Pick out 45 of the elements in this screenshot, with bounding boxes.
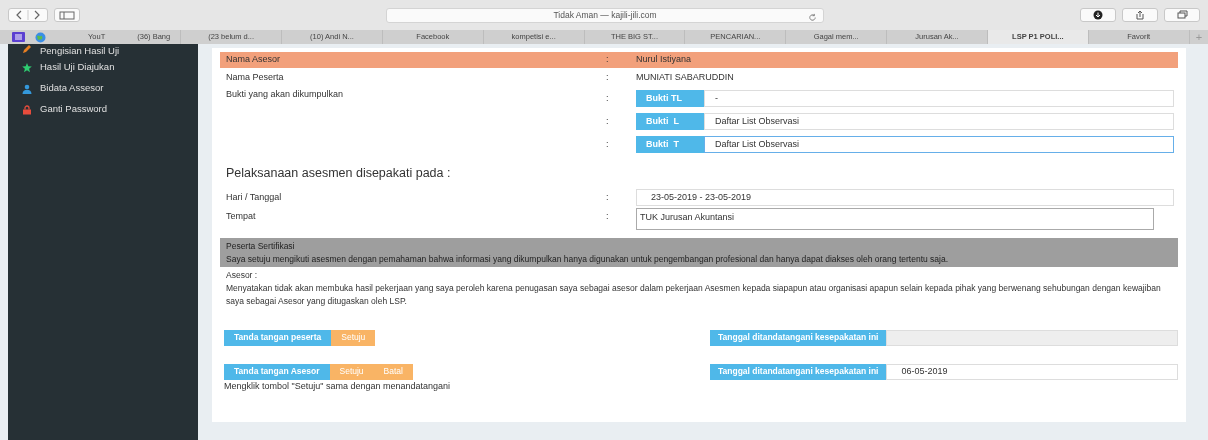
colon-separator: : (606, 191, 609, 202)
hint-text: Mengklik tombol "Setuju" sama dengan menandatangani (223, 379, 452, 393)
field-value: Nurul Istiyana (636, 54, 692, 65)
input-addon: Bukti T (636, 136, 704, 153)
input-addon: Bukti TL (636, 90, 704, 107)
colon-separator: : (606, 93, 609, 103)
textarea-field[interactable]: TUK Jurusan Akuntansi (636, 207, 1154, 230)
share-icon[interactable] (1122, 8, 1158, 22)
address-bar[interactable]: Tidak Aman — kajili-jili.com (386, 7, 824, 23)
date-label: Tanggal ditandatangani kesepakatan ini (710, 363, 887, 380)
colon-separator: : (606, 116, 609, 126)
sidebar-item[interactable]: Ganti Password (40, 102, 108, 117)
notice-title: Asesor : (226, 269, 259, 282)
date-label: Tanggal ditandatangani kesepakatan ini (710, 329, 887, 346)
notice-title: Peserta Sertifikasi (226, 239, 296, 253)
colon-separator: : (606, 139, 609, 149)
sidebar-item[interactable]: Pengisian Hasil Uji (40, 44, 120, 59)
download-icon[interactable] (1080, 8, 1116, 22)
tabs-overview-icon[interactable] (1164, 8, 1200, 22)
date-field[interactable]: 06-05-2019 (886, 363, 1178, 380)
notice-text: Menyatakan tidak akan membuka hasil pekerjaan yang saya peroleh karena penugasan saya sebagai asesor dalam pekerjaan Asesmen kepada siapapun atau organisasi apapun selain kepada pihak yang berwenang sehubungan dengan kewajiban saya sebagai Asesor yang ditugaskan oleh LSP. (226, 282, 1162, 308)
date-field[interactable]: 23-05-2019 - 23-05-2019 (636, 188, 1174, 206)
field-label: Bukti yang akan dikumpulkan (226, 89, 344, 99)
input-field[interactable]: - (704, 90, 1174, 107)
input-field[interactable]: Daftar List Observasi (704, 113, 1174, 130)
section-heading: Pelaksanaan asesmen disepakati pada : (226, 165, 452, 182)
field-label: Nama Peserta (226, 72, 284, 83)
field-label: Nama Asesor (226, 54, 281, 65)
date-field[interactable] (886, 329, 1178, 346)
signature-label: Tanda tangan peserta (224, 329, 332, 346)
field-label: Tempat (226, 210, 256, 221)
field-value: MUNIATI SABARUDDIN (636, 72, 734, 83)
input-field[interactable]: Daftar List Observasi (704, 136, 1174, 153)
colon-separator: : (606, 54, 609, 65)
sidebar-item[interactable]: Hasil Uji Diajukan (40, 60, 115, 75)
sidebar-toggle-button[interactable] (54, 8, 80, 22)
colon-separator: : (606, 210, 609, 221)
back-forward-button[interactable] (8, 8, 48, 22)
sidebar-item[interactable]: Bidata Assesor (40, 81, 104, 96)
signature-label: Tanda tangan Asesor (224, 363, 330, 380)
field-label: Hari / Tanggal (226, 191, 282, 202)
input-addon: Bukti L (636, 113, 704, 130)
colon-separator: : (606, 72, 609, 83)
notice-text: Saya setuju mengikuti asesmen dengan pemahaman bahwa informasi yang dikumpulkan hanya digunakan untuk pengembangan profesional dan hanya dapat diakses oleh orang tertentu saja. (226, 252, 950, 266)
address-text: Tidak Aman — kajili-jili.com (553, 8, 657, 22)
